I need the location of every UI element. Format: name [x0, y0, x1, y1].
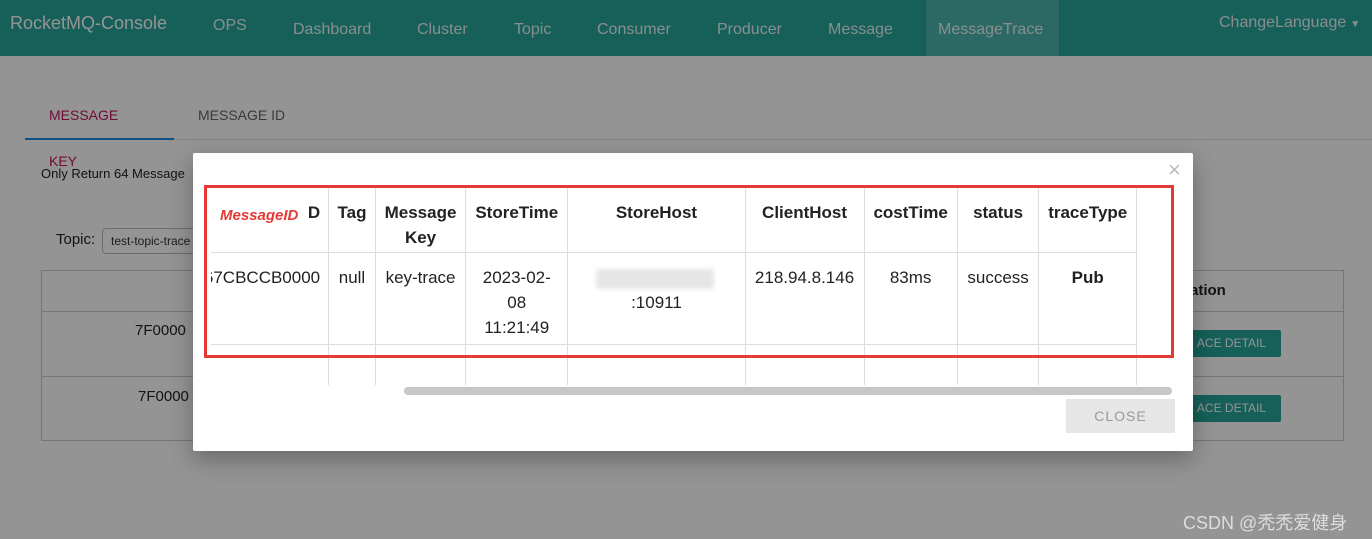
horizontal-scrollbar[interactable]: [404, 387, 1172, 395]
message-trace-modal: × D Tag Message Key StoreTime StoreHost …: [193, 153, 1193, 451]
watermark: CSDN @秃秃爱健身: [1183, 513, 1348, 533]
close-button[interactable]: CLOSE: [1066, 399, 1175, 433]
close-icon[interactable]: ×: [1168, 159, 1181, 181]
annotation-highlight-box: [204, 185, 1174, 358]
